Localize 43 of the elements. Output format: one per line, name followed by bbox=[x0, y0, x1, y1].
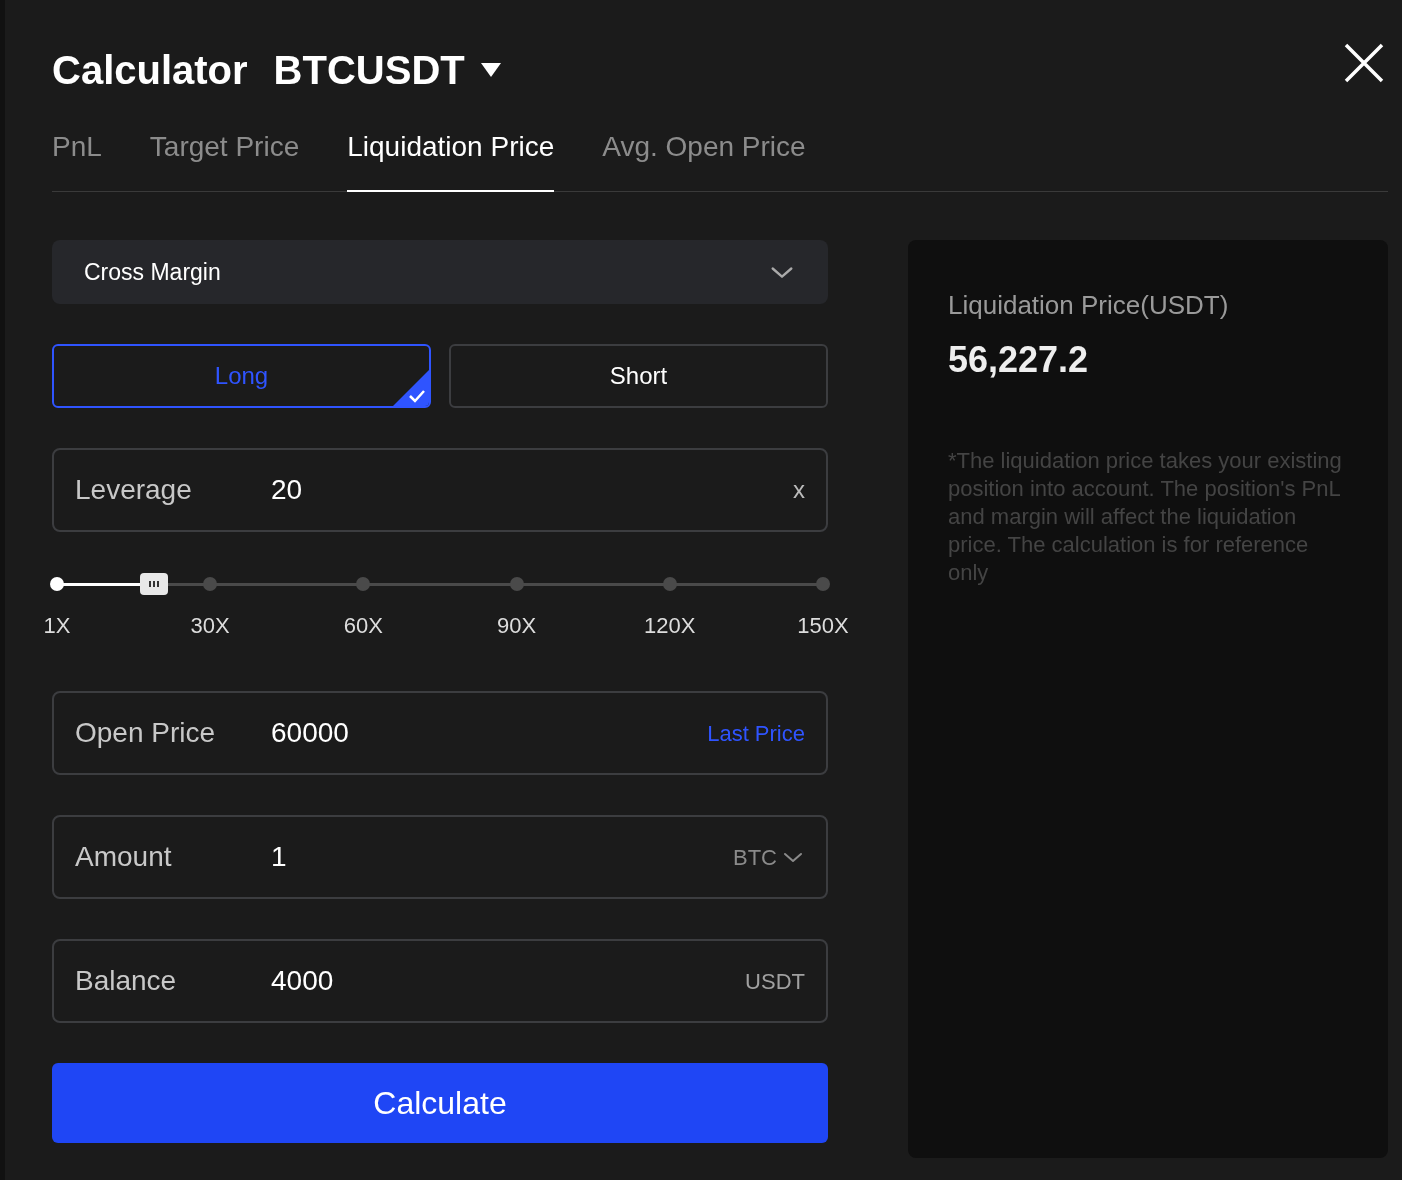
field-value: 60000 bbox=[271, 716, 350, 750]
unit-label: x bbox=[793, 475, 805, 505]
tab[interactable]: PnL bbox=[52, 126, 102, 192]
slider-stop bbox=[203, 577, 218, 591]
slider-tick-label: 1X bbox=[43, 612, 71, 640]
input-field[interactable]: Open Price 60000 Last Price bbox=[52, 691, 828, 775]
slider-thumb[interactable] bbox=[140, 573, 169, 595]
slider-track[interactable] bbox=[50, 573, 830, 595]
input-field[interactable]: Balance 4000 USDT bbox=[52, 939, 828, 1023]
slider-tick-label: 90X bbox=[497, 612, 537, 640]
slider-tick-label: 120X bbox=[644, 612, 696, 640]
slider-stop bbox=[509, 577, 524, 591]
side-toggle-button[interactable]: Short bbox=[449, 344, 828, 408]
tab[interactable]: Target Price bbox=[149, 126, 300, 192]
calculate-button[interactable]: Calculate bbox=[52, 1063, 828, 1143]
slider-tick-label: 150X bbox=[797, 612, 849, 640]
result-value: 56,227.2 bbox=[948, 338, 1090, 382]
unit-label: USDT bbox=[745, 967, 805, 996]
slider-stop bbox=[356, 577, 371, 591]
input-field[interactable]: Amount 1 BTC bbox=[52, 815, 828, 899]
field-label: Balance bbox=[75, 964, 178, 998]
slider-stop bbox=[50, 577, 64, 591]
slider-tick-label: 60X bbox=[343, 612, 383, 640]
field-value: 4000 bbox=[271, 964, 335, 998]
field-value: 1 bbox=[271, 840, 288, 874]
caret-down-icon bbox=[480, 63, 501, 77]
leverage-field[interactable]: Leverage 20 x bbox=[52, 448, 828, 532]
symbol-dropdown[interactable]: BTCUSDT bbox=[273, 50, 501, 90]
field-label: Amount bbox=[75, 840, 173, 874]
slider-stop bbox=[662, 577, 677, 591]
dialog-title: Calculator bbox=[52, 50, 248, 90]
result-label: Liquidation Price(USDT) bbox=[948, 289, 1230, 322]
field-label: Leverage bbox=[75, 473, 193, 507]
tab[interactable]: Avg. Open Price bbox=[602, 126, 806, 192]
field-label: Open Price bbox=[75, 716, 217, 750]
margin-mode-dropdown[interactable]: Cross Margin bbox=[52, 240, 828, 304]
slider-stop bbox=[816, 577, 830, 591]
tab[interactable]: Liquidation Price bbox=[347, 126, 555, 192]
slider-tick-label: 30X bbox=[190, 612, 230, 640]
corner-check-icon bbox=[393, 370, 429, 406]
field-value: 20 bbox=[271, 473, 304, 507]
unit-dropdown[interactable]: BTC bbox=[733, 840, 805, 874]
close-icon bbox=[1344, 43, 1384, 83]
